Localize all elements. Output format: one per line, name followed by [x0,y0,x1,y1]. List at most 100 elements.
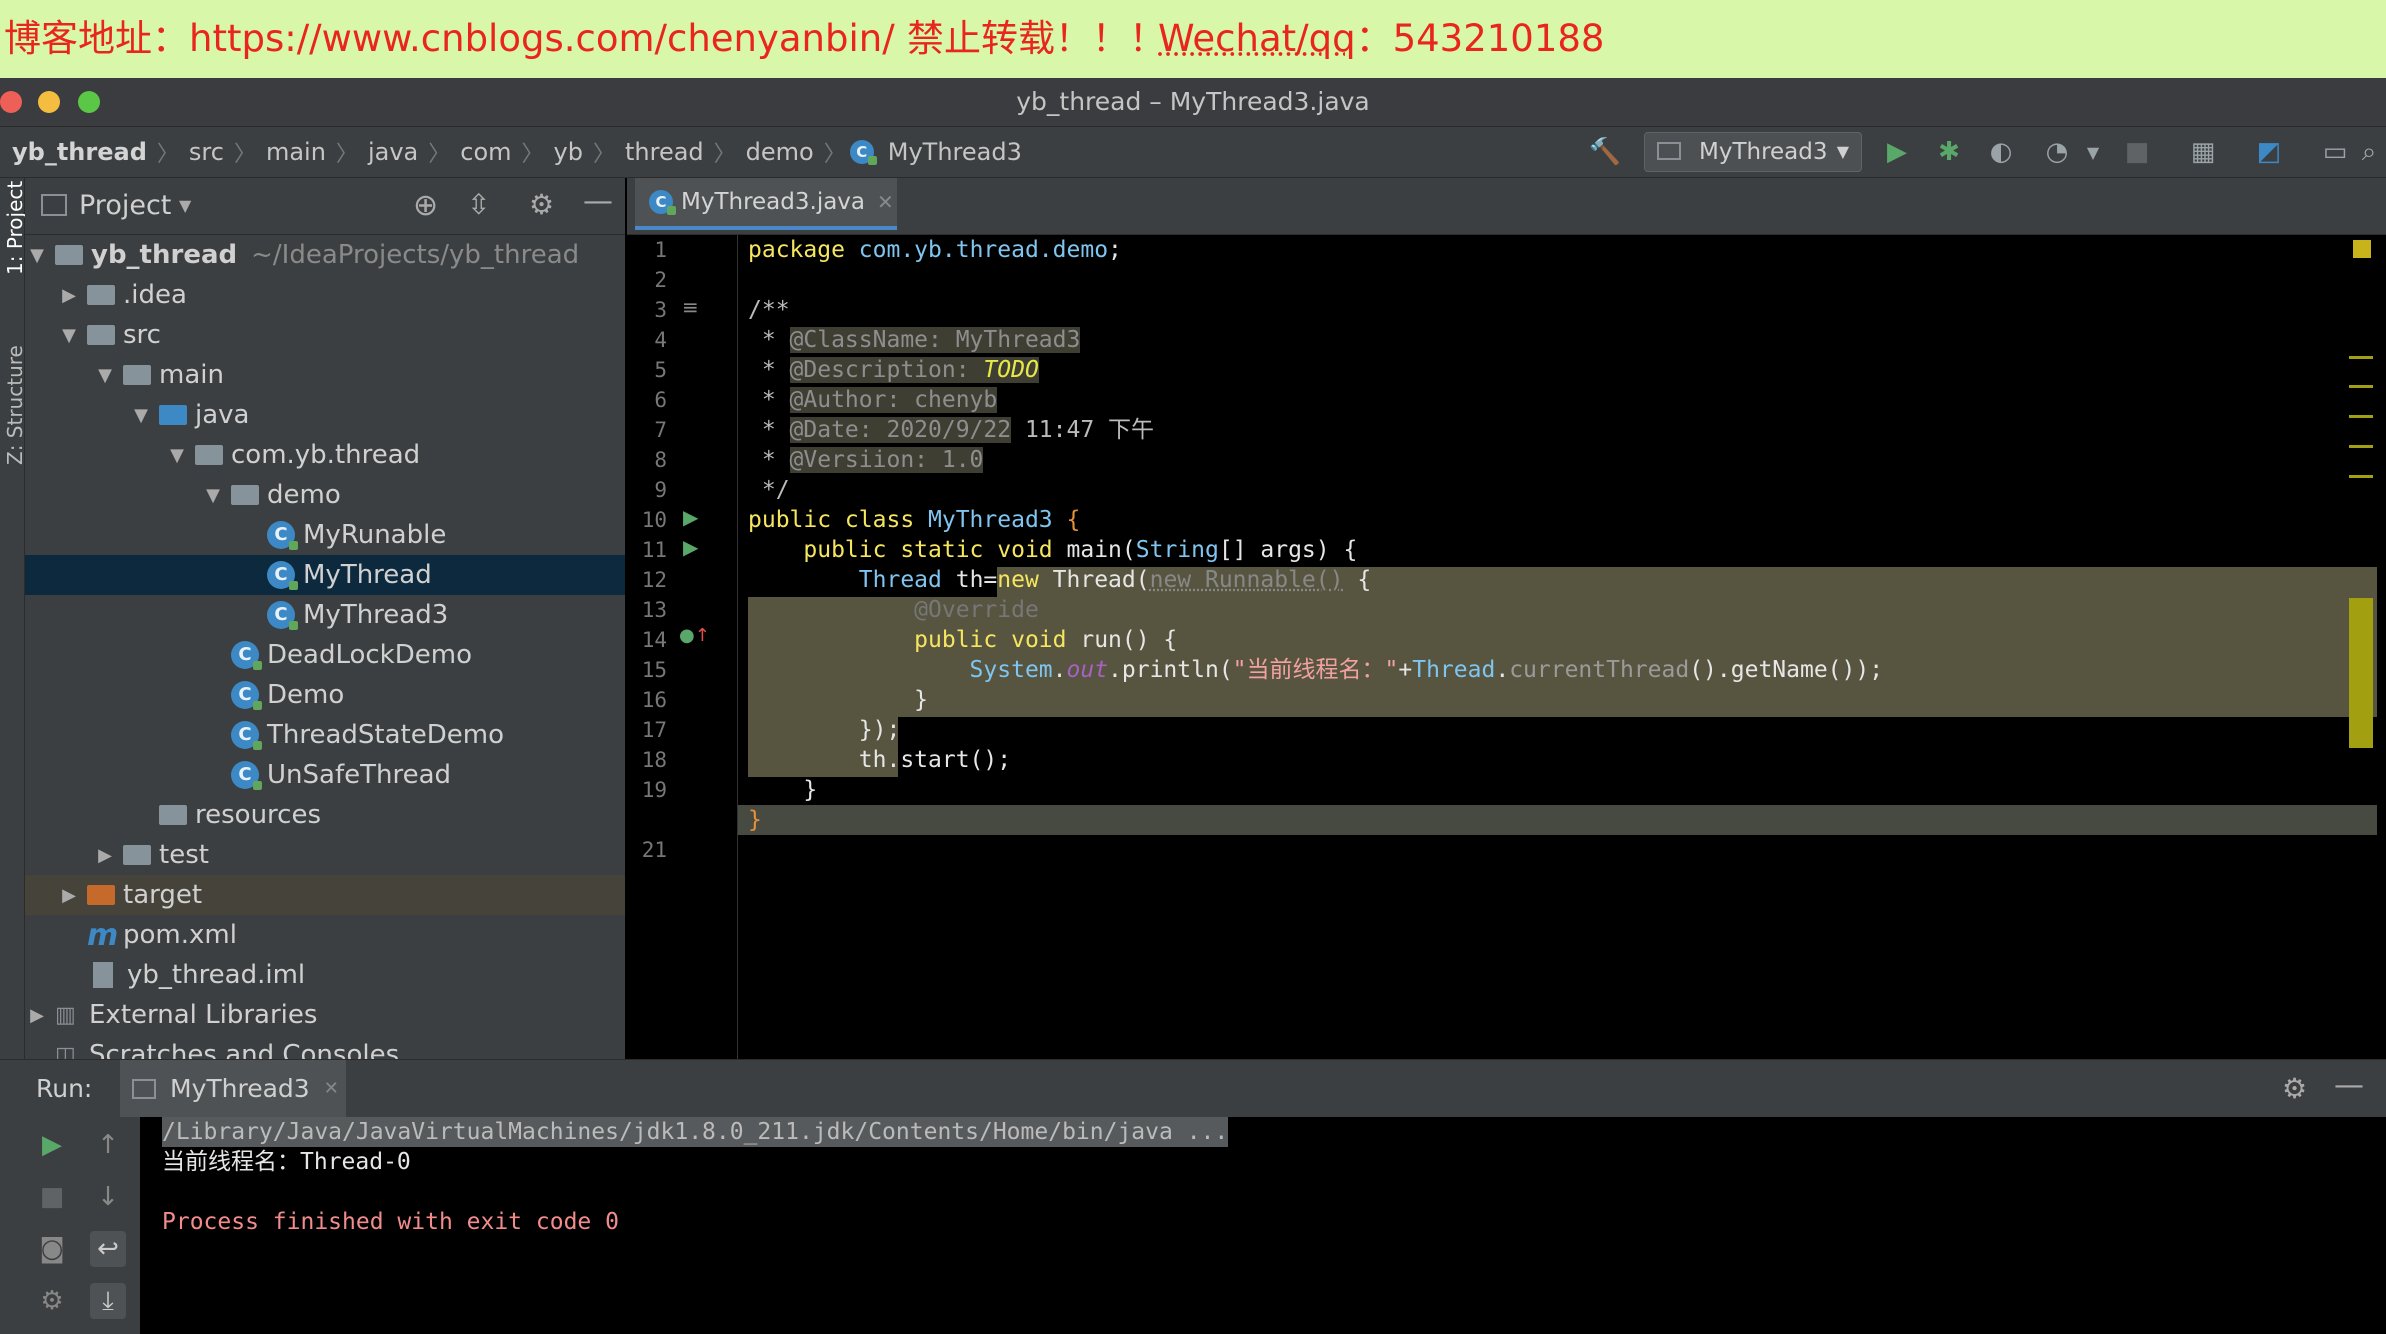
chevron-right-icon[interactable]: ▶ [57,285,81,306]
breadcrumb-item[interactable]: thread [619,138,710,166]
tree-item-mythread[interactable]: C MyThread [25,555,625,595]
tree-item-src[interactable]: ▼ src [25,315,625,355]
code-text: Thread( [1038,567,1150,593]
scratches-icon: ◫ [55,1042,76,1060]
banner-contact-suffix: ：543210188 [1355,17,1605,60]
error-stripe-mark[interactable] [2349,356,2373,359]
console-output[interactable]: /Library/Java/JavaVirtualMachines/jdk1.8… [140,1117,2386,1334]
chevron-down-icon[interactable]: ▼ [93,365,117,386]
tab-mythread3-java[interactable]: C MyThread3.java ✕ [635,178,897,230]
tree-item-yb-thread[interactable]: ▼ yb_thread ~/IdeaProjects/yb_thread [25,235,625,275]
chevron-down-icon[interactable]: ▼ [25,245,49,266]
chevron-down-icon[interactable]: ▼ [201,485,225,506]
code-text: { [1052,507,1081,533]
tree-item-mythread3[interactable]: C MyThread3 [25,595,625,635]
lambda-hint: new Runnable() [1149,567,1344,593]
translate-icon[interactable]: ◩ [2252,135,2286,169]
error-stripe-mark[interactable] [2349,475,2373,478]
code-content[interactable]: package com.yb.thread.demo; /** * @Class… [748,235,2378,1059]
tree-item-main[interactable]: ▼ main [25,355,625,395]
breadcrumb-item[interactable]: MyThread3 [882,138,1028,166]
rerun-icon[interactable]: ▶ [34,1127,70,1163]
override-icon[interactable]: ●↑ [679,625,710,646]
breadcrumb-item[interactable]: com [454,138,517,166]
hide-panel-icon[interactable]: — [583,184,613,219]
code-text: * [748,327,790,353]
breadcrumb-item[interactable]: src [183,138,230,166]
error-stripe-mark[interactable] [2349,598,2373,748]
project-panel-title[interactable]: Project [79,190,171,221]
profile-icon[interactable]: ◔ [2040,135,2074,169]
breadcrumb-item[interactable]: yb [548,138,589,166]
close-icon[interactable]: ✕ [877,190,894,214]
tree-item-demo-class[interactable]: C Demo [25,675,625,715]
chevron-down-icon[interactable]: ▼ [129,405,153,426]
search-icon[interactable]: ⌕ [2352,135,2386,169]
tree-item-test[interactable]: ▶ test [25,835,625,875]
profile-dropdown-icon[interactable]: ▼ [2076,135,2110,169]
tree-item-java[interactable]: ▼ java [25,395,625,435]
tree-item-pom-xml[interactable]: m pom.xml [25,915,625,955]
package-name: com.yb.thread.demo [858,237,1109,263]
scroll-to-end-icon[interactable]: ⤓ [90,1283,126,1319]
presentation-icon[interactable]: ▭ [2318,135,2352,169]
locate-target-icon[interactable]: ⊕ [413,188,438,223]
up-arrow-icon[interactable]: ↑ [90,1127,126,1163]
chevron-down-icon[interactable]: ▼ [179,196,191,215]
hide-panel-icon[interactable]: — [2334,1068,2364,1103]
code-text: * [748,387,790,413]
breadcrumb-item[interactable]: demo [740,138,820,166]
soft-wrap-icon[interactable]: ↩ [90,1231,126,1267]
close-icon[interactable]: ✕ [324,1078,339,1099]
run-tab-mythread3[interactable]: MyThread3 ✕ [120,1060,346,1117]
chevron-down-icon[interactable]: ▼ [165,445,189,466]
breadcrumb-item[interactable]: java [362,138,424,166]
tree-item-yb-thread-iml[interactable]: yb_thread.iml [25,955,625,995]
inspection-status-icon[interactable] [2353,240,2371,258]
run-gutter-icon[interactable]: ▶ [683,535,698,559]
run-configuration-select[interactable]: MyThread3 ▼ [1644,132,1862,172]
tree-item-scratches[interactable]: ◫ Scratches and Consoles [25,1035,625,1059]
error-stripe-mark[interactable] [2349,415,2373,418]
breadcrumb-item[interactable]: yb_thread [6,138,153,166]
build-hammer-icon[interactable]: 🔨 [1588,135,1622,169]
debug-bug-icon[interactable]: ✱ [1932,135,1966,169]
tree-item-external-libraries[interactable]: ▶ ▥ External Libraries [25,995,625,1035]
error-stripe-mark[interactable] [2349,445,2373,448]
line-number: 16 [641,688,667,712]
chevron-down-icon[interactable]: ▼ [57,325,81,346]
tree-item-label: ThreadStateDemo [267,720,504,750]
tree-item-path: ~/IdeaProjects/yb_thread [251,240,580,270]
coverage-icon[interactable]: ◐ [1984,135,2018,169]
chevron-right-icon[interactable]: ▶ [25,1005,49,1026]
gear-icon[interactable]: ⚙ [2282,1072,2307,1105]
tree-item-deadlockdemo[interactable]: C DeadLockDemo [25,635,625,675]
gear-icon[interactable]: ⚙ [529,188,554,221]
tree-item-resources[interactable]: resources [25,795,625,835]
run-gutter-icon[interactable]: ▶ [683,505,698,529]
settings-gear-icon[interactable]: ⚙ [34,1283,70,1319]
tree-item-threadstatedemo[interactable]: C ThreadStateDemo [25,715,625,755]
tree-item-com-yb-thread[interactable]: ▼ com.yb.thread [25,435,625,475]
error-stripe-mark[interactable] [2349,385,2373,388]
project-tool-tab[interactable]: 1: Project [3,181,27,275]
run-icon[interactable]: ▶ [1880,135,1914,169]
stop-icon[interactable]: ■ [2120,135,2154,169]
camera-icon[interactable]: ◙ [34,1231,70,1267]
stop-icon[interactable]: ■ [34,1179,70,1215]
project-structure-icon[interactable]: ▦ [2186,135,2220,169]
chevron-right-icon[interactable]: ▶ [57,885,81,906]
tree-item-unsafethread[interactable]: C UnSafeThread [25,755,625,795]
javadoc-render-icon[interactable]: ≡ [682,295,699,319]
line-number: 9 [654,478,667,502]
breadcrumb-item[interactable]: main [260,138,332,166]
collapse-all-icon[interactable]: ⇳ [467,188,490,221]
tree-item-idea[interactable]: ▶ .idea [25,275,625,315]
tree-item-myrunable[interactable]: C MyRunable [25,515,625,555]
line-number: 11 [641,538,667,562]
tree-item-target[interactable]: ▶ target [25,875,625,915]
tree-item-demo[interactable]: ▼ demo [25,475,625,515]
structure-tool-tab[interactable]: Z: Structure [3,345,27,465]
down-arrow-icon[interactable]: ↓ [90,1179,126,1215]
chevron-right-icon[interactable]: ▶ [93,845,117,866]
